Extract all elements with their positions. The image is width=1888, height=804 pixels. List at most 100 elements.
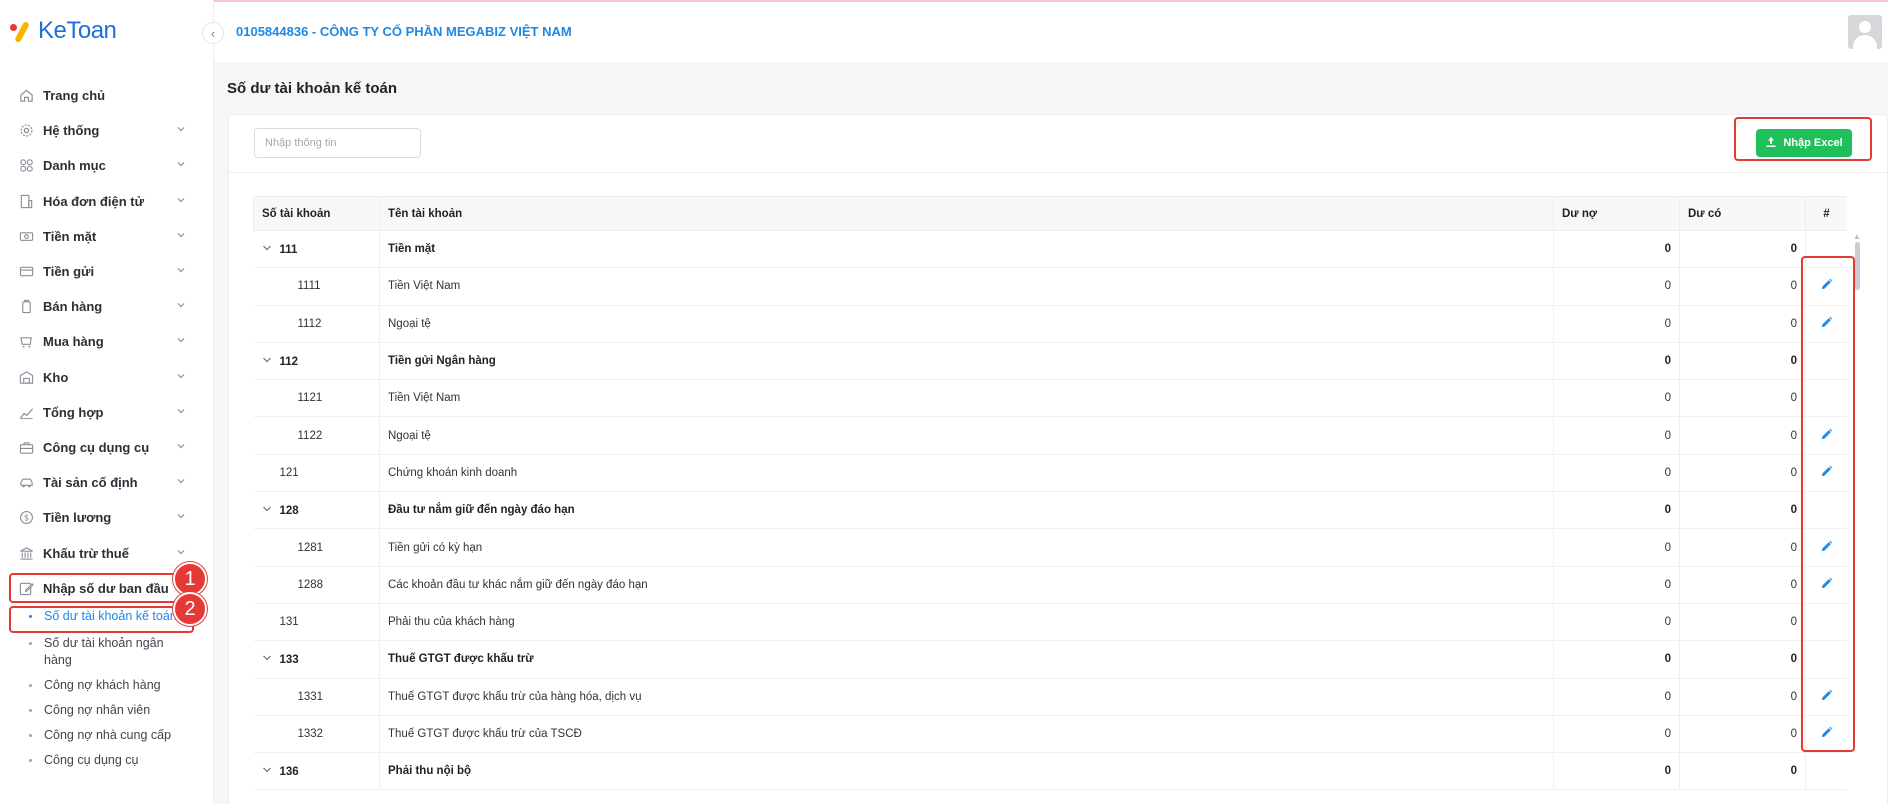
sidebar-item-cart[interactable]: Mua hàng <box>0 324 214 359</box>
table-scrollbar-thumb[interactable] <box>1855 242 1860 290</box>
column-header-credit[interactable]: Dư có <box>1679 196 1806 231</box>
table-row[interactable]: 136 Phải thu nội bộ 0 0 <box>253 752 1847 791</box>
submenu-item[interactable]: Công nợ nhà cung cấp <box>29 727 214 744</box>
sidebar-item-car[interactable]: Tài sản cố định <box>0 465 214 500</box>
sidebar-item-grid[interactable]: Danh mục <box>0 148 214 183</box>
table-row[interactable]: 1332 Thuế GTGT được khấu trừ của TSCĐ 0 0 <box>253 715 1847 754</box>
chevron-left-icon: ‹ <box>210 25 216 41</box>
debit-cell: 0 <box>1553 454 1680 493</box>
account-name-cell: Ngoại tệ <box>379 416 1554 455</box>
debit-cell: 0 <box>1553 715 1680 754</box>
debit-cell: 0 <box>1553 416 1680 455</box>
account-code-cell: 121 <box>253 454 380 493</box>
annotation-box-1 <box>9 573 196 603</box>
account-code-cell: 131 <box>253 603 380 642</box>
table-row[interactable]: 131 Phải thu của khách hàng 0 0 <box>253 603 1847 642</box>
credit-cell: 0 <box>1679 491 1806 530</box>
debit-cell: 0 <box>1553 566 1680 604</box>
sidebar-item-dollar[interactable]: $ Tiền lương <box>0 500 214 535</box>
collapse-sidebar-button[interactable]: ‹ <box>202 22 224 44</box>
account-name-cell: Phải thu nội bộ <box>379 752 1554 791</box>
search-input[interactable] <box>254 128 421 158</box>
sidebar-item-label: Hệ thống <box>43 123 100 139</box>
submenu-item[interactable]: Công cụ dụng cụ <box>29 752 214 769</box>
chevron-down-icon <box>176 265 186 278</box>
page-title: Số dư tài khoản kế toán <box>227 80 398 97</box>
scroll-up-arrow-icon[interactable]: ▲ <box>1853 232 1861 241</box>
account-code-cell: 1112 <box>253 305 380 343</box>
account-code-cell: 112 <box>253 342 380 381</box>
submenu-item[interactable]: Số dư tài khoản ngân hàng <box>29 635 214 669</box>
card-icon <box>18 264 34 280</box>
submenu-item[interactable]: Công nợ nhân viên <box>29 702 214 719</box>
table-row[interactable]: 121 Chứng khoán kinh doanh 0 0 <box>253 454 1847 493</box>
sidebar-item-label: Kho <box>43 369 69 385</box>
column-header-account-name[interactable]: Tên tài khoản <box>379 196 1554 231</box>
credit-cell: 0 <box>1679 305 1806 343</box>
column-header-account-code[interactable]: Số tài khoản <box>253 196 380 231</box>
chevron-down-icon <box>176 511 186 524</box>
account-code: 1111 <box>297 280 321 293</box>
sidebar-item-card[interactable]: Tiền gửi <box>0 254 214 289</box>
chevron-down-icon[interactable] <box>262 355 276 368</box>
sidebar-item-label: Khấu trừ thuế <box>43 545 129 561</box>
account-name-cell: Các khoản đầu tư khác nắm giữ đến ngày đ… <box>379 566 1554 604</box>
sidebar-item-sale[interactable]: Bán hàng <box>0 289 214 324</box>
account-name-cell: Tiền gửi Ngân hàng <box>379 342 1554 381</box>
account-name-cell: Ngoại tệ <box>379 305 1554 343</box>
sidebar-item-label: Tiền mặt <box>43 228 97 244</box>
sidebar-item-label: Tiền gửi <box>43 264 95 280</box>
account-code-cell: 1288 <box>253 566 380 604</box>
debit-cell: 0 <box>1553 379 1680 418</box>
table-row[interactable]: 1112 Ngoại tệ 0 0 <box>253 305 1847 343</box>
chevron-down-icon[interactable] <box>262 504 276 517</box>
table-row[interactable]: 112 Tiền gửi Ngân hàng 0 0 <box>253 342 1847 381</box>
table-row[interactable]: 1121 Tiền Việt Nam 0 0 <box>253 379 1847 418</box>
home-icon <box>18 88 34 104</box>
chevron-down-icon[interactable] <box>262 243 276 256</box>
account-name-cell: Tiền Việt Nam <box>379 267 1554 306</box>
chevron-down-icon <box>176 476 186 489</box>
chevron-down-icon[interactable] <box>262 765 276 778</box>
sidebar-item-chart[interactable]: Tổng hợp <box>0 395 214 430</box>
avatar[interactable] <box>1848 15 1882 49</box>
annotation-badge-2: 2 <box>173 592 207 626</box>
sidebar-item-label: Bán hàng <box>43 299 103 315</box>
credit-cell: 0 <box>1679 267 1806 306</box>
account-code: 1121 <box>297 392 323 405</box>
table-header-row: Số tài khoản Tên tài khoản Dư nợ Dư có # <box>253 196 1847 231</box>
debit-cell: 0 <box>1553 305 1680 343</box>
account-name-cell: Thuế GTGT được khấu trừ của TSCĐ <box>379 715 1554 754</box>
table-row[interactable]: 133 Thuế GTGT được khấu trừ 0 0 <box>253 640 1847 679</box>
account-code-cell: 136 <box>253 752 380 791</box>
dollar-icon: $ <box>18 510 34 526</box>
sidebar-item-invoice[interactable]: Hóa đơn điện tử <box>0 184 214 219</box>
column-header-debit[interactable]: Dư nợ <box>1553 196 1680 231</box>
account-code: 1112 <box>297 317 322 330</box>
account-name-cell: Phải thu của khách hàng <box>379 603 1554 642</box>
table-row[interactable]: 1331 Thuế GTGT được khấu trừ của hàng hóa… <box>253 678 1847 716</box>
table-row[interactable]: 1281 Tiền gửi có kỳ hạn 0 0 <box>253 528 1847 567</box>
account-code-cell: 1122 <box>253 416 380 455</box>
accounts-table: Số tài khoản Tên tài khoản Dư nợ Dư có #… <box>253 196 1847 791</box>
account-code-cell: 1332 <box>253 715 380 754</box>
table-row[interactable]: 128 Đầu tư nắm giữ đến ngày đáo hạn 0 0 <box>253 491 1847 530</box>
sidebar-item-gear[interactable]: Hệ thống <box>0 113 214 148</box>
table-row[interactable]: 111 Tiền mặt 0 0 <box>253 230 1847 269</box>
sidebar-item-home[interactable]: Trang chủ <box>0 78 214 113</box>
table-row[interactable]: 1288 Các khoản đầu tư khác nắm giữ đến ng… <box>253 566 1847 604</box>
grid-icon <box>18 158 34 174</box>
annotation-badge-1: 1 <box>173 562 207 596</box>
gear-icon <box>18 123 34 139</box>
account-code: 128 <box>279 504 299 517</box>
app-logo[interactable]: KeToan <box>10 17 117 44</box>
sidebar-item-label: Danh mục <box>43 158 106 174</box>
account-name-cell: Tiền Việt Nam <box>379 379 1554 418</box>
sidebar-item-warehouse[interactable]: Kho <box>0 360 214 395</box>
table-row[interactable]: 1122 Ngoại tệ 0 0 <box>253 416 1847 455</box>
sidebar-item-toolbox[interactable]: Công cụ dụng cụ <box>0 430 214 465</box>
submenu-item[interactable]: Công nợ khách hàng <box>29 677 214 694</box>
sidebar-item-cash[interactable]: Tiền mặt <box>0 219 214 254</box>
chevron-down-icon[interactable] <box>262 653 276 666</box>
table-row[interactable]: 1111 Tiền Việt Nam 0 0 <box>253 267 1847 306</box>
